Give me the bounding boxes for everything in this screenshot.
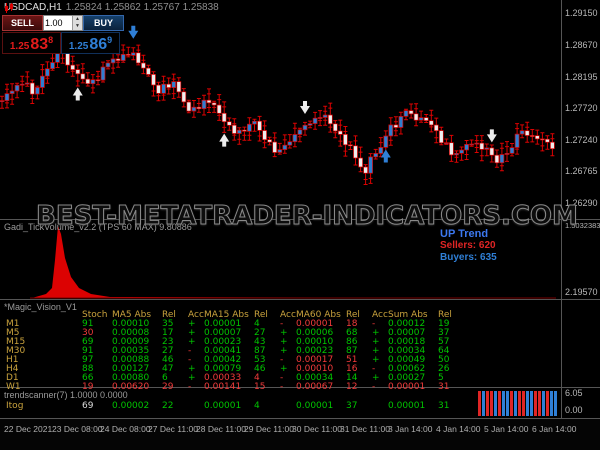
buy-price-big: 86 <box>89 36 108 53</box>
row-label: W1 <box>6 382 21 392</box>
ma-table-row: Itog 69 0.00002 22 0.00001 4 0.00001 37 0.00001 3… <box>6 402 464 411</box>
sell-button[interactable]: SELL <box>2 15 43 31</box>
sell-price-big: 83 <box>30 36 49 53</box>
time-label: 3 Jan 14:00 <box>388 424 433 434</box>
time-label: 27 Dec 11:00 <box>148 424 198 434</box>
table-cell: 0.00141 <box>204 382 242 392</box>
table-cell: 37 <box>346 401 358 411</box>
buy-button[interactable]: BUY <box>83 15 124 31</box>
trend-info: UP Trend Sellers: 620 Buyers: 635 <box>440 228 497 264</box>
price-label: 6.05 <box>565 388 583 398</box>
lot-spin-down-icon[interactable]: ▼ <box>72 23 82 30</box>
watermark: BEST-METATRADER-INDICATORS.COM <box>36 201 579 232</box>
table-cell: 0.00001 <box>388 401 426 411</box>
time-label: 24 Dec 08:00 <box>100 424 151 434</box>
price-label: 1.28195 <box>565 72 598 82</box>
table-cell: 69 <box>82 401 94 411</box>
trend-status: UP Trend <box>440 228 489 240</box>
lot-spinner: ▲ ▼ <box>72 16 82 30</box>
ma-table-row: W1 19 0.00620 29 - 0.00141 15 - 0.00067 12 - 0.0000… <box>6 383 464 392</box>
candlestick-icon <box>5 2 13 13</box>
price-label: 1.27720 <box>565 103 598 113</box>
lot-size-box: ▲ ▼ <box>43 15 83 31</box>
table-cell <box>188 402 204 411</box>
price-label: 0.00 <box>565 405 583 415</box>
mt4-chart-window: BEST-METATRADER-INDICATORS.COM USDCAD,H1… <box>0 0 600 450</box>
time-label: 4 Jan 14:00 <box>436 424 481 434</box>
time-axis[interactable]: 22 Dec 2021 23 Dec 08:00 24 Dec 08:00 27 De… <box>0 418 600 450</box>
sell-price-pip: 8 <box>48 35 54 45</box>
price-label: 1.28670 <box>565 40 598 50</box>
table-cell: - <box>280 382 284 392</box>
lot-spin-up-icon[interactable]: ▲ <box>72 16 82 23</box>
ohlc-values: 1.25824 1.25862 1.25767 1.25838 <box>65 2 219 13</box>
time-label: 29 Dec 11:00 <box>244 424 294 434</box>
time-label: 6 Jan 14:00 <box>532 424 577 434</box>
price-label: 1.26765 <box>565 166 598 176</box>
table-cell: 29 <box>162 382 174 392</box>
price-label: 1.27240 <box>565 135 598 145</box>
buy-price-pip: 9 <box>107 35 113 45</box>
time-label: 31 Dec 11:00 <box>340 424 390 434</box>
table-cell: 19 <box>82 382 94 392</box>
buy-price[interactable]: 1.25 86 9 <box>61 32 120 54</box>
table-cell: 0.00067 <box>296 382 334 392</box>
price-label: 1.29150 <box>565 8 598 18</box>
chart-title: USDCAD,H1 1.25824 1.25862 1.25767 1.2583… <box>4 2 219 13</box>
buy-price-prefix: 1.25 <box>68 41 89 52</box>
row-label: Itog <box>6 401 24 411</box>
price-label: 2.19570 <box>565 287 598 297</box>
table-cell <box>280 402 296 411</box>
sell-price-prefix: 1.25 <box>9 41 30 52</box>
table-cell: - <box>188 382 192 392</box>
table-cell: 0.00001 <box>204 401 242 411</box>
table-cell: 31 <box>438 382 450 392</box>
table-cell: 0.00002 <box>112 401 150 411</box>
lot-input[interactable] <box>44 16 72 30</box>
one-click-trading-widget: SELL ▲ ▼ BUY 1.25 83 8 1.25 86 9 <box>2 15 124 54</box>
table-cell: - <box>372 382 376 392</box>
time-label: 28 Dec 11:00 <box>196 424 246 434</box>
table-cell: 12 <box>346 382 358 392</box>
table-cell: 22 <box>162 401 174 411</box>
time-label: 30 Dec 11:00 <box>292 424 342 434</box>
table-cell <box>372 402 388 411</box>
time-label: 22 Dec 2021 <box>4 424 53 434</box>
sell-price[interactable]: 1.25 83 8 <box>2 32 61 54</box>
table-cell: 0.00001 <box>296 401 334 411</box>
table-cell: 31 <box>438 401 450 411</box>
table-cell: 0.00001 <box>388 382 426 392</box>
buyers-count: Buyers: 635 <box>440 252 497 263</box>
time-label: 23 Dec 08:00 <box>52 424 103 434</box>
table-cell: 0.00620 <box>112 382 150 392</box>
table-cell: 15 <box>254 382 266 392</box>
sellers-count: Sellers: 620 <box>440 240 496 251</box>
time-label: 5 Jan 14:00 <box>484 424 529 434</box>
table-cell: 4 <box>254 401 260 411</box>
